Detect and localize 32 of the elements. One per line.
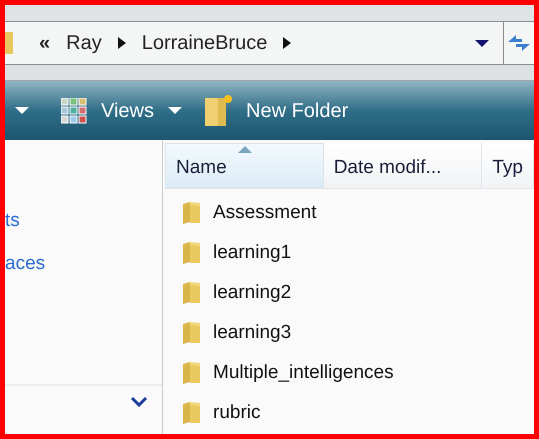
new-folder-icon: [204, 94, 234, 127]
grid-icon: [61, 98, 87, 124]
sidebar-link[interactable]: aces: [5, 253, 46, 275]
folder-icon: [181, 321, 201, 345]
folder-icon: [181, 241, 201, 265]
column-header[interactable]: Typ: [482, 143, 534, 188]
chevron-down-icon[interactable]: [130, 396, 148, 408]
views-button[interactable]: Views: [61, 96, 154, 126]
breadcrumb[interactable]: Ray: [66, 28, 102, 58]
breadcrumb[interactable]: LorraineBruce: [142, 28, 268, 58]
column-header[interactable]: Date modif...: [324, 143, 482, 188]
arrow-right-icon[interactable]: [116, 36, 127, 50]
folder-icon: [5, 30, 13, 56]
column-header[interactable]: Name: [165, 143, 324, 188]
dropdown-icon[interactable]: [475, 40, 489, 46]
file-name[interactable]: Multiple_intelligences: [213, 358, 394, 388]
overflow-chevron[interactable]: «: [39, 28, 50, 58]
sort-arrow-icon: [238, 146, 252, 153]
folder-icon: [181, 201, 201, 225]
file-name[interactable]: Assessment: [213, 198, 316, 228]
file-name[interactable]: rubric: [213, 398, 261, 428]
file-name[interactable]: learning3: [213, 318, 292, 348]
sidebar-link[interactable]: ts: [5, 210, 20, 232]
refresh-icon[interactable]: [506, 32, 532, 54]
address-field[interactable]: « Ray LorraineBruce: [5, 21, 504, 65]
arrow-right-icon[interactable]: [282, 36, 292, 50]
new-folder-button[interactable]: New Folder: [204, 94, 348, 127]
folder-icon: [181, 401, 201, 425]
folder-icon: [181, 361, 201, 385]
folder-icon: [181, 281, 201, 305]
file-name[interactable]: learning1: [213, 238, 292, 268]
file-name[interactable]: learning2: [213, 278, 292, 308]
